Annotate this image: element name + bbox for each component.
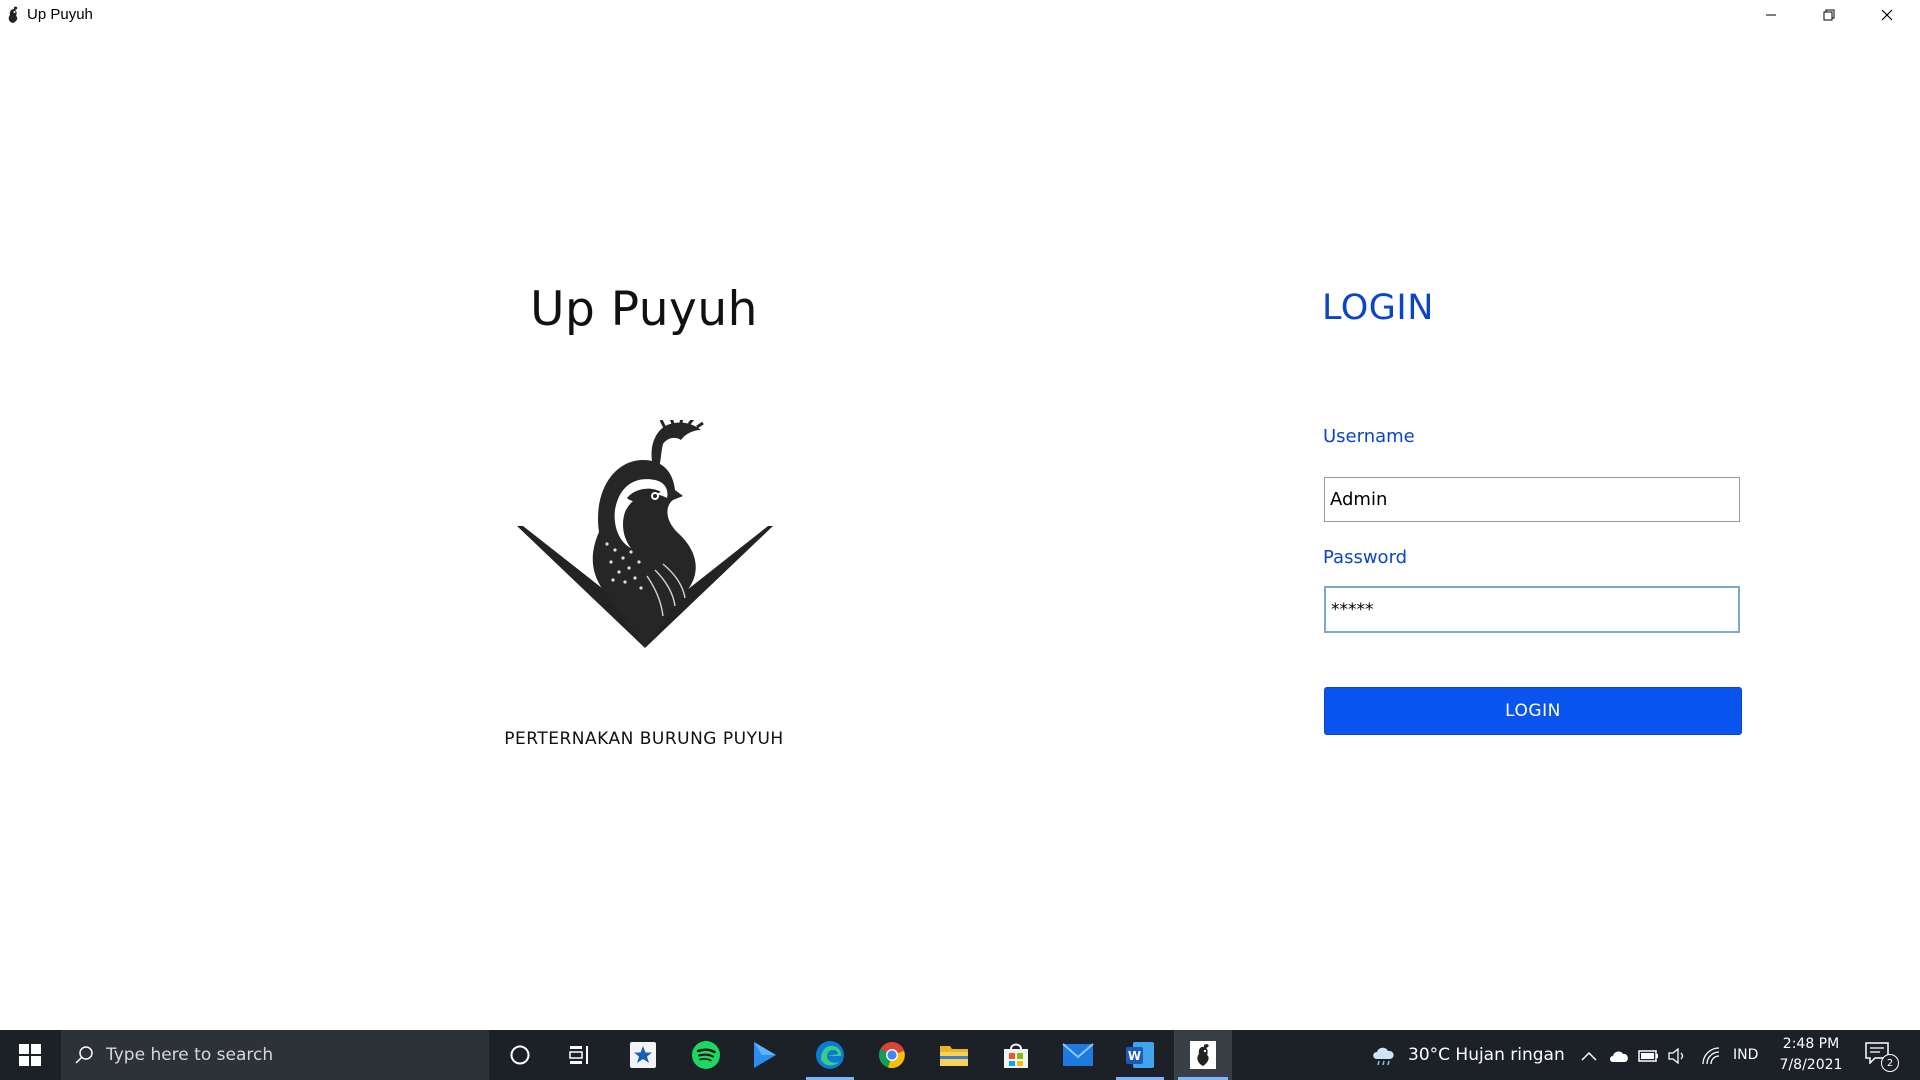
volume-button[interactable] xyxy=(1666,1045,1688,1067)
title-bar: Up Puyuh xyxy=(0,0,1920,30)
taskbar-edge[interactable] xyxy=(802,1030,858,1080)
close-button[interactable] xyxy=(1858,0,1916,30)
speaker-icon xyxy=(1668,1047,1684,1065)
login-button-label: LOGIN xyxy=(1505,701,1561,721)
start-button[interactable] xyxy=(0,1030,60,1080)
spotify-icon xyxy=(692,1041,720,1069)
clock-time: 2:48 PM xyxy=(1782,1036,1840,1052)
quail-app-icon xyxy=(8,6,18,24)
window-title: Up Puyuh xyxy=(27,6,93,23)
clock[interactable]: 2:48 PM 7/8/2021 xyxy=(1770,1034,1852,1076)
taskbar-up-puyuh[interactable] xyxy=(1174,1030,1232,1080)
action-center-button[interactable]: 2 xyxy=(1865,1042,1899,1072)
weather-text: 30°C Hujan ringan xyxy=(1408,1045,1565,1065)
file-explorer-icon xyxy=(940,1046,968,1066)
clock-date: 7/8/2021 xyxy=(1779,1057,1843,1073)
notification-badge: 2 xyxy=(1881,1054,1899,1072)
cloud-rain-icon xyxy=(1373,1047,1394,1066)
taskbar-word[interactable]: W xyxy=(1112,1030,1168,1080)
mail-icon xyxy=(1062,1043,1094,1066)
taskbar-search[interactable]: Type here to search xyxy=(61,1030,489,1080)
maximize-icon xyxy=(1823,9,1835,21)
taskbar-media-player[interactable] xyxy=(736,1030,792,1080)
taskbar: Type here to search W 30°C Hujan ringan … xyxy=(0,1030,1920,1080)
username-label: Username xyxy=(1323,426,1415,447)
taskbar-spotify[interactable] xyxy=(678,1030,734,1080)
minimize-button[interactable] xyxy=(1742,0,1800,30)
windows-icon xyxy=(19,1044,41,1066)
chevron-up-icon xyxy=(1581,1051,1597,1061)
search-icon xyxy=(75,1046,93,1064)
cortana-button[interactable] xyxy=(492,1030,548,1080)
quail-logo xyxy=(517,420,773,648)
app-star-icon xyxy=(630,1042,656,1068)
cortana-icon xyxy=(510,1045,530,1065)
taskbar-chrome[interactable] xyxy=(864,1030,920,1080)
brand-title: Up Puyuh xyxy=(530,282,758,337)
show-hidden-icons-button[interactable] xyxy=(1578,1045,1600,1067)
close-icon xyxy=(1881,9,1893,21)
login-heading: LOGIN xyxy=(1322,288,1434,328)
store-icon xyxy=(1004,1043,1028,1068)
minimize-icon xyxy=(1766,14,1776,16)
onedrive-cloud-icon xyxy=(1610,1051,1628,1062)
task-view-icon xyxy=(569,1046,588,1064)
svg-text:W: W xyxy=(1128,1049,1141,1063)
brand-subtitle: PERTERNAKAN BURUNG PUYUH xyxy=(504,729,784,749)
battery-button[interactable] xyxy=(1638,1045,1660,1067)
task-view-button[interactable] xyxy=(552,1030,608,1080)
network-button[interactable] xyxy=(1700,1045,1722,1067)
username-field[interactable] xyxy=(1324,477,1740,522)
password-field[interactable] xyxy=(1324,586,1740,633)
wifi-icon xyxy=(1702,1047,1720,1065)
password-label: Password xyxy=(1323,547,1408,568)
app-window: Up Puyuh Up Puyuh PERTERNAKAN BURUNG PUY… xyxy=(0,0,1920,1030)
taskbar-app-star[interactable] xyxy=(615,1030,671,1080)
word-icon: W xyxy=(1126,1042,1154,1068)
language-indicator[interactable]: IND xyxy=(1733,1030,1758,1080)
chrome-icon xyxy=(878,1042,905,1069)
battery-icon xyxy=(1638,1050,1658,1062)
taskbar-mail[interactable] xyxy=(1050,1030,1106,1080)
taskbar-store[interactable] xyxy=(988,1030,1044,1080)
weather-widget[interactable]: 30°C Hujan ringan xyxy=(1370,1030,1565,1080)
login-button[interactable]: LOGIN xyxy=(1324,687,1742,735)
search-placeholder: Type here to search xyxy=(106,1045,274,1065)
up-puyuh-icon xyxy=(1190,1041,1216,1069)
taskbar-file-explorer[interactable] xyxy=(926,1030,982,1080)
restore-button[interactable] xyxy=(1800,0,1858,30)
onedrive-button[interactable] xyxy=(1608,1045,1630,1067)
edge-icon xyxy=(816,1041,844,1069)
media-player-icon xyxy=(754,1042,776,1068)
